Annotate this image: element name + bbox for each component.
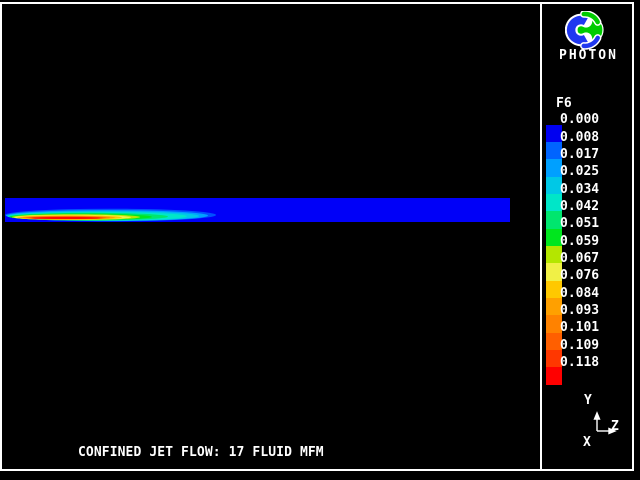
legend-value: 0.067 [560,252,599,265]
legend-value: 0.059 [560,235,599,248]
legend-value: 0.109 [560,339,599,352]
axis-label-y: Y [584,394,592,407]
legend-value: 0.042 [560,200,599,213]
contour-plot [0,0,640,480]
legend-value: 0.017 [560,148,599,161]
legend-value: 0.093 [560,304,599,317]
legend-variable-label: F6 [556,96,572,111]
contour-band [32,217,100,219]
axis-label-z: Z [611,420,619,433]
app-title: PHOTON [559,48,618,63]
legend-swatch [546,367,562,384]
legend-value: 0.051 [560,217,599,230]
legend-value: 0.034 [560,183,599,196]
axis-label-x: X [583,436,591,449]
panel-divider [540,2,542,471]
legend-value: 0.076 [560,269,599,282]
legend-value: 0.000 [560,113,599,126]
jet-contour-layers [5,209,216,222]
plot-title: CONFINED JET FLOW: 17 FLUID MFM [78,445,324,460]
photon-window: PHOTON F6 0.000 0.008 0.017 0.025 0.034 0.042… [0,0,640,480]
legend-value: 0.084 [560,287,599,300]
legend-value: 0.025 [560,165,599,178]
legend-value: 0.101 [560,321,599,334]
legend-value: 0.118 [560,356,599,369]
photon-logo-icon [565,11,605,51]
legend-value: 0.008 [560,131,599,144]
